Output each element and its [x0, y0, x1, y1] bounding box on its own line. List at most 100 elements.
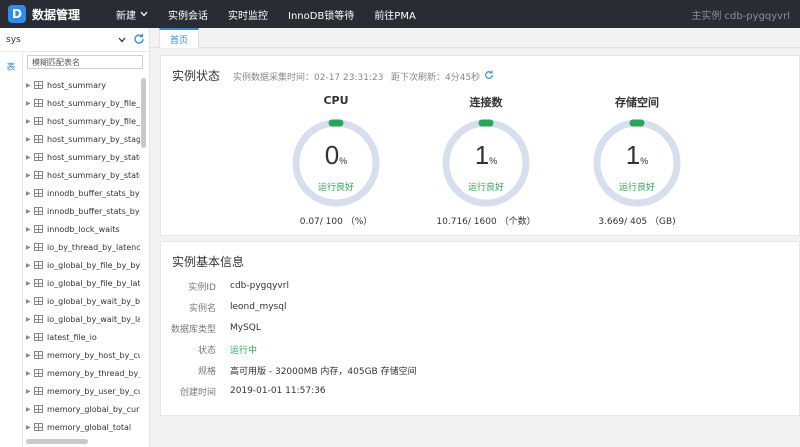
expand-arrow-icon[interactable]: ▶: [24, 190, 34, 197]
sidebar-vertical-scrollbar[interactable]: [141, 78, 146, 148]
gauge-status: 运行良好: [467, 183, 504, 193]
expand-arrow-icon[interactable]: ▶: [24, 262, 34, 269]
expand-arrow-icon[interactable]: ▶: [24, 424, 34, 431]
tab-home[interactable]: 首页: [159, 28, 199, 48]
table-icon: [34, 189, 43, 197]
table-icon: [34, 243, 43, 251]
instance-status-card: 实例状态 实例数据采集时间：02-17 23:31:23 距下次刷新：4分45秒…: [160, 55, 800, 236]
info-value: MySQL: [230, 323, 261, 333]
refresh-icon[interactable]: [132, 32, 146, 46]
expand-arrow-icon[interactable]: ▶: [24, 298, 34, 305]
expand-arrow-icon[interactable]: ▶: [24, 136, 34, 143]
info-key: 状态: [197, 345, 216, 356]
table-list-item[interactable]: ▶ memory_global_by_current_bytes: [24, 400, 140, 418]
expand-arrow-icon[interactable]: ▶: [24, 388, 34, 395]
expand-arrow-icon[interactable]: ▶: [24, 172, 34, 179]
table-list-item[interactable]: ▶ io_by_thread_by_latency: [24, 238, 140, 256]
table-name: host_summary_by_statement_latency: [47, 152, 140, 162]
app-logo-icon: D: [8, 5, 26, 23]
nav-new-menu[interactable]: 新建: [104, 0, 158, 28]
gauge-unit: %: [339, 156, 348, 166]
gauge-caption: 3.669/ 405 （GB): [598, 217, 676, 227]
table-name: memory_global_by_current_bytes: [47, 404, 140, 414]
table-list-item[interactable]: ▶ host_summary_by_file_io_type: [24, 112, 140, 130]
sidebar-vertical-divider: [22, 52, 23, 447]
expand-arrow-icon[interactable]: ▶: [24, 208, 34, 215]
expand-arrow-icon[interactable]: ▶: [24, 406, 34, 413]
gauge-unit: %: [640, 156, 649, 166]
table-name: host_summary: [47, 80, 107, 90]
table-list-item[interactable]: ▶ innodb_buffer_stats_by_schema: [24, 184, 140, 202]
instance-info-card: 实例基本信息 实例ID cdb-pygqyvrl 实例名 leond_mysql…: [160, 241, 800, 416]
table-name: memory_by_user_by_current_bytes: [47, 386, 140, 396]
nav-innodb-lock-wait[interactable]: InnoDB锁等待: [278, 0, 364, 28]
side-tab-tables[interactable]: 表: [2, 58, 20, 74]
table-list-item[interactable]: ▶ memory_by_thread_by_current_bytes: [24, 364, 140, 382]
info-value: 高可用版 - 32000MB 内存，405GB 存储空间: [230, 366, 417, 377]
brand[interactable]: D 数据管理: [0, 0, 104, 28]
table-list-item[interactable]: ▶ host_summary_by_stages: [24, 130, 140, 148]
table-name: io_global_by_wait_by_bytes: [47, 296, 140, 306]
table-icon: [34, 279, 43, 287]
chevron-down-icon: [140, 10, 148, 19]
expand-arrow-icon[interactable]: ▶: [24, 370, 34, 377]
table-list-item[interactable]: ▶ host_summary_by_file_io: [24, 94, 140, 112]
connections-gauge: 连接数 1% 运行良好 10.716/ 1600 （个数）: [416, 94, 556, 229]
gauge-number: 0: [324, 140, 340, 170]
table-list-item[interactable]: ▶ io_global_by_wait_by_latency: [24, 310, 140, 328]
table-list-item[interactable]: ▶ host_summary_by_statement_type: [24, 166, 140, 184]
table-filter-input[interactable]: 模糊匹配表名: [27, 55, 143, 69]
expand-arrow-icon[interactable]: ▶: [24, 154, 34, 161]
expand-arrow-icon[interactable]: ▶: [24, 244, 34, 251]
table-list-item[interactable]: ▶ memory_global_total: [24, 418, 140, 436]
table-icon: [34, 207, 43, 215]
table-list-item[interactable]: ▶ io_global_by_file_by_bytes: [24, 256, 140, 274]
expand-arrow-icon[interactable]: ▶: [24, 118, 34, 125]
refresh-icon[interactable]: [484, 70, 494, 83]
table-list-item[interactable]: ▶ host_summary: [24, 76, 140, 94]
table-icon: [34, 261, 43, 269]
next-refresh: 距下次刷新：4分45秒: [391, 70, 494, 83]
expand-arrow-icon[interactable]: ▶: [24, 352, 34, 359]
info-row-status: 状态 运行中: [161, 342, 257, 356]
table-list-item[interactable]: ▶ host_summary_by_statement_latency: [24, 148, 140, 166]
database-select[interactable]: sys: [4, 32, 128, 48]
expand-arrow-icon[interactable]: ▶: [24, 334, 34, 341]
expand-arrow-icon[interactable]: ▶: [24, 226, 34, 233]
expand-arrow-icon[interactable]: ▶: [24, 280, 34, 287]
table-list-item[interactable]: ▶ memory_by_user_by_current_bytes: [24, 382, 140, 400]
table-name: innodb_buffer_stats_by_table: [47, 206, 140, 216]
expand-arrow-icon[interactable]: ▶: [24, 100, 34, 107]
table-name: innodb_buffer_stats_by_schema: [47, 188, 140, 198]
table-name: memory_global_total: [47, 422, 132, 432]
gauge-title: 连接数: [469, 96, 503, 109]
table-list-item[interactable]: ▶ innodb_buffer_stats_by_table: [24, 202, 140, 220]
table-name: innodb_lock_waits: [47, 224, 120, 234]
table-icon: [34, 369, 43, 377]
instance-info-title: 实例基本信息: [172, 255, 245, 269]
app-title: 数据管理: [32, 7, 81, 22]
table-list-item[interactable]: ▶ memory_by_host_by_current_bytes: [24, 346, 140, 364]
sidebar: sys 表 模糊匹配表名 ▶ host_summary ▶ host_summary_…: [0, 28, 150, 447]
expand-arrow-icon[interactable]: ▶: [24, 316, 34, 323]
storage-gauge: 存储空间 1% 运行良好 3.669/ 405 （GB): [567, 94, 707, 229]
expand-arrow-icon[interactable]: ▶: [24, 82, 34, 89]
gauge-status: 运行良好: [618, 183, 655, 193]
nav-sessions[interactable]: 实例会话: [158, 0, 218, 28]
gauge-number: 1: [625, 140, 641, 170]
collected-time: 实例数据采集时间：02-17 23:31:23: [233, 73, 384, 83]
table-list-item[interactable]: ▶ latest_file_io: [24, 328, 140, 346]
table-list-item[interactable]: ▶ io_global_by_file_by_latency: [24, 274, 140, 292]
table-name: host_summary_by_stages: [47, 134, 140, 144]
table-icon: [34, 117, 43, 125]
nav-realtime-monitor[interactable]: 实时监控: [218, 0, 278, 28]
nav-goto-pma[interactable]: 前往PMA: [364, 0, 426, 28]
table-icon: [34, 135, 43, 143]
status-badge: 运行中: [230, 345, 258, 356]
info-key: 创建时间: [179, 387, 216, 398]
table-icon: [34, 405, 43, 413]
sidebar-horizontal-scrollbar[interactable]: [26, 439, 88, 444]
table-list-item[interactable]: ▶ io_global_by_wait_by_bytes: [24, 292, 140, 310]
table-list-item[interactable]: ▶ innodb_lock_waits: [24, 220, 140, 238]
gauge-value: 0%: [266, 140, 406, 171]
